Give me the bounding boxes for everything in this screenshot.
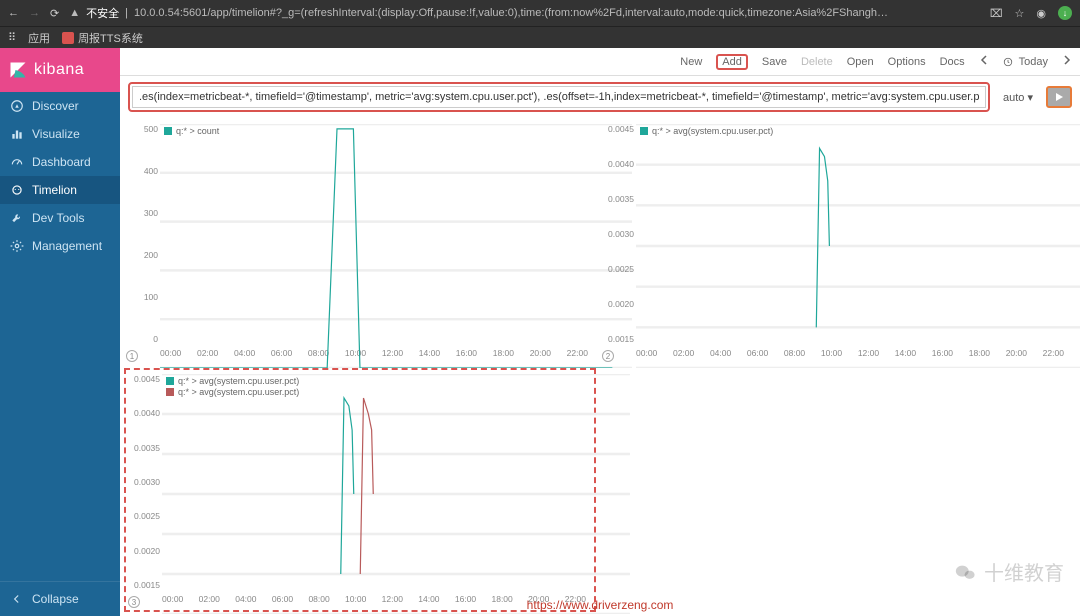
back-icon[interactable]: ← — [8, 7, 19, 19]
reload-icon[interactable]: ⟳ — [50, 7, 59, 20]
sidebar-item-label: Timelion — [32, 183, 77, 197]
sidebar-item-label: Dashboard — [32, 155, 91, 169]
sidebar-item-label: Management — [32, 239, 102, 253]
chart-panel[interactable]: 0.00450.00400.00350.00300.00250.00200.00… — [600, 120, 1072, 364]
translate-icon[interactable]: ⌧ — [990, 7, 1003, 20]
extension-icon[interactable]: ↓ — [1058, 6, 1072, 20]
brand-text: kibana — [34, 61, 84, 79]
docs-button[interactable]: Docs — [940, 56, 965, 68]
time-range-label: Today — [1019, 56, 1048, 68]
time-picker[interactable]: Today — [1003, 56, 1048, 68]
options-button[interactable]: Options — [888, 56, 926, 68]
lion-icon — [10, 183, 24, 197]
bookmark-star-icon[interactable]: ☆ — [1015, 7, 1025, 20]
wrench-icon — [10, 211, 24, 225]
interval-select[interactable]: auto ▾ — [996, 88, 1040, 107]
next-time-button[interactable] — [1062, 55, 1072, 68]
footer-url: https://www.driverzeng.com — [527, 598, 674, 612]
watermark: 十维教育 — [952, 557, 1064, 586]
new-button[interactable]: New — [680, 56, 702, 68]
run-button[interactable] — [1046, 86, 1072, 108]
sidebar-item-dashboard[interactable]: Dashboard — [0, 148, 120, 176]
wechat-icon — [952, 561, 978, 583]
bookmark-bar: ⠿ 应用 周报TTS系统 — [0, 26, 1080, 48]
url-display[interactable]: ▲ 不安全 | 10.0.0.54:5601/app/timelion#?_g=… — [69, 5, 980, 21]
bar-chart-icon — [10, 127, 24, 141]
chart-grid: 500400300200100000:0002:0004:0006:0008:0… — [120, 118, 1080, 616]
sidebar-item-visualize[interactable]: Visualize — [0, 120, 120, 148]
sidebar-item-devtools[interactable]: Dev Tools — [0, 204, 120, 232]
url-text: 10.0.0.54:5601/app/timelion#?_g=(refresh… — [134, 7, 894, 19]
forward-icon[interactable]: → — [29, 7, 40, 19]
warning-icon: ▲ — [69, 7, 80, 19]
apps-label[interactable]: 应用 — [28, 30, 50, 46]
play-icon — [1054, 92, 1064, 102]
open-button[interactable]: Open — [847, 56, 874, 68]
save-button[interactable]: Save — [762, 56, 787, 68]
expression-input[interactable] — [132, 86, 986, 108]
browser-address-bar: ← → ⟳ ▲ 不安全 | 10.0.0.54:5601/app/timelio… — [0, 0, 1080, 26]
bookmark-item[interactable]: 周报TTS系统 — [62, 30, 143, 46]
sidebar-item-discover[interactable]: Discover — [0, 92, 120, 120]
chevron-right-icon — [1062, 55, 1072, 65]
main-content: New Add Save Delete Open Options Docs To… — [120, 48, 1080, 616]
sidebar-item-label: Discover — [32, 99, 79, 113]
compass-icon — [10, 99, 24, 113]
sidebar-item-timelion[interactable]: Timelion — [0, 176, 120, 204]
kibana-icon — [8, 60, 28, 80]
apps-icon[interactable]: ⠿ — [8, 31, 16, 44]
query-row: auto ▾ — [120, 76, 1080, 118]
gauge-icon — [10, 155, 24, 169]
security-label: 不安全 — [86, 5, 119, 21]
clock-icon — [1003, 57, 1013, 67]
topbar: New Add Save Delete Open Options Docs To… — [120, 48, 1080, 76]
gear-icon — [10, 239, 24, 253]
sidebar-item-label: Visualize — [32, 127, 80, 141]
delete-button[interactable]: Delete — [801, 56, 833, 68]
collapse-label: Collapse — [32, 592, 79, 606]
chart-panel[interactable]: 0.00450.00400.00350.00300.00250.00200.00… — [124, 368, 596, 612]
chart-panel[interactable]: 500400300200100000:0002:0004:0006:0008:0… — [124, 120, 596, 364]
profile-icon[interactable]: ◉ — [1036, 7, 1046, 20]
brand-logo[interactable]: kibana — [0, 48, 120, 92]
collapse-icon — [10, 592, 24, 606]
bookmark-favicon — [62, 32, 74, 44]
collapse-sidebar[interactable]: Collapse — [0, 581, 120, 616]
prev-time-button[interactable] — [979, 55, 989, 68]
chevron-left-icon — [979, 55, 989, 65]
add-button[interactable]: Add — [716, 54, 748, 70]
sidebar: kibana Discover Visualize Dashboard Time… — [0, 48, 120, 616]
query-highlight — [128, 82, 990, 112]
sidebar-item-management[interactable]: Management — [0, 232, 120, 260]
sidebar-item-label: Dev Tools — [32, 211, 84, 225]
